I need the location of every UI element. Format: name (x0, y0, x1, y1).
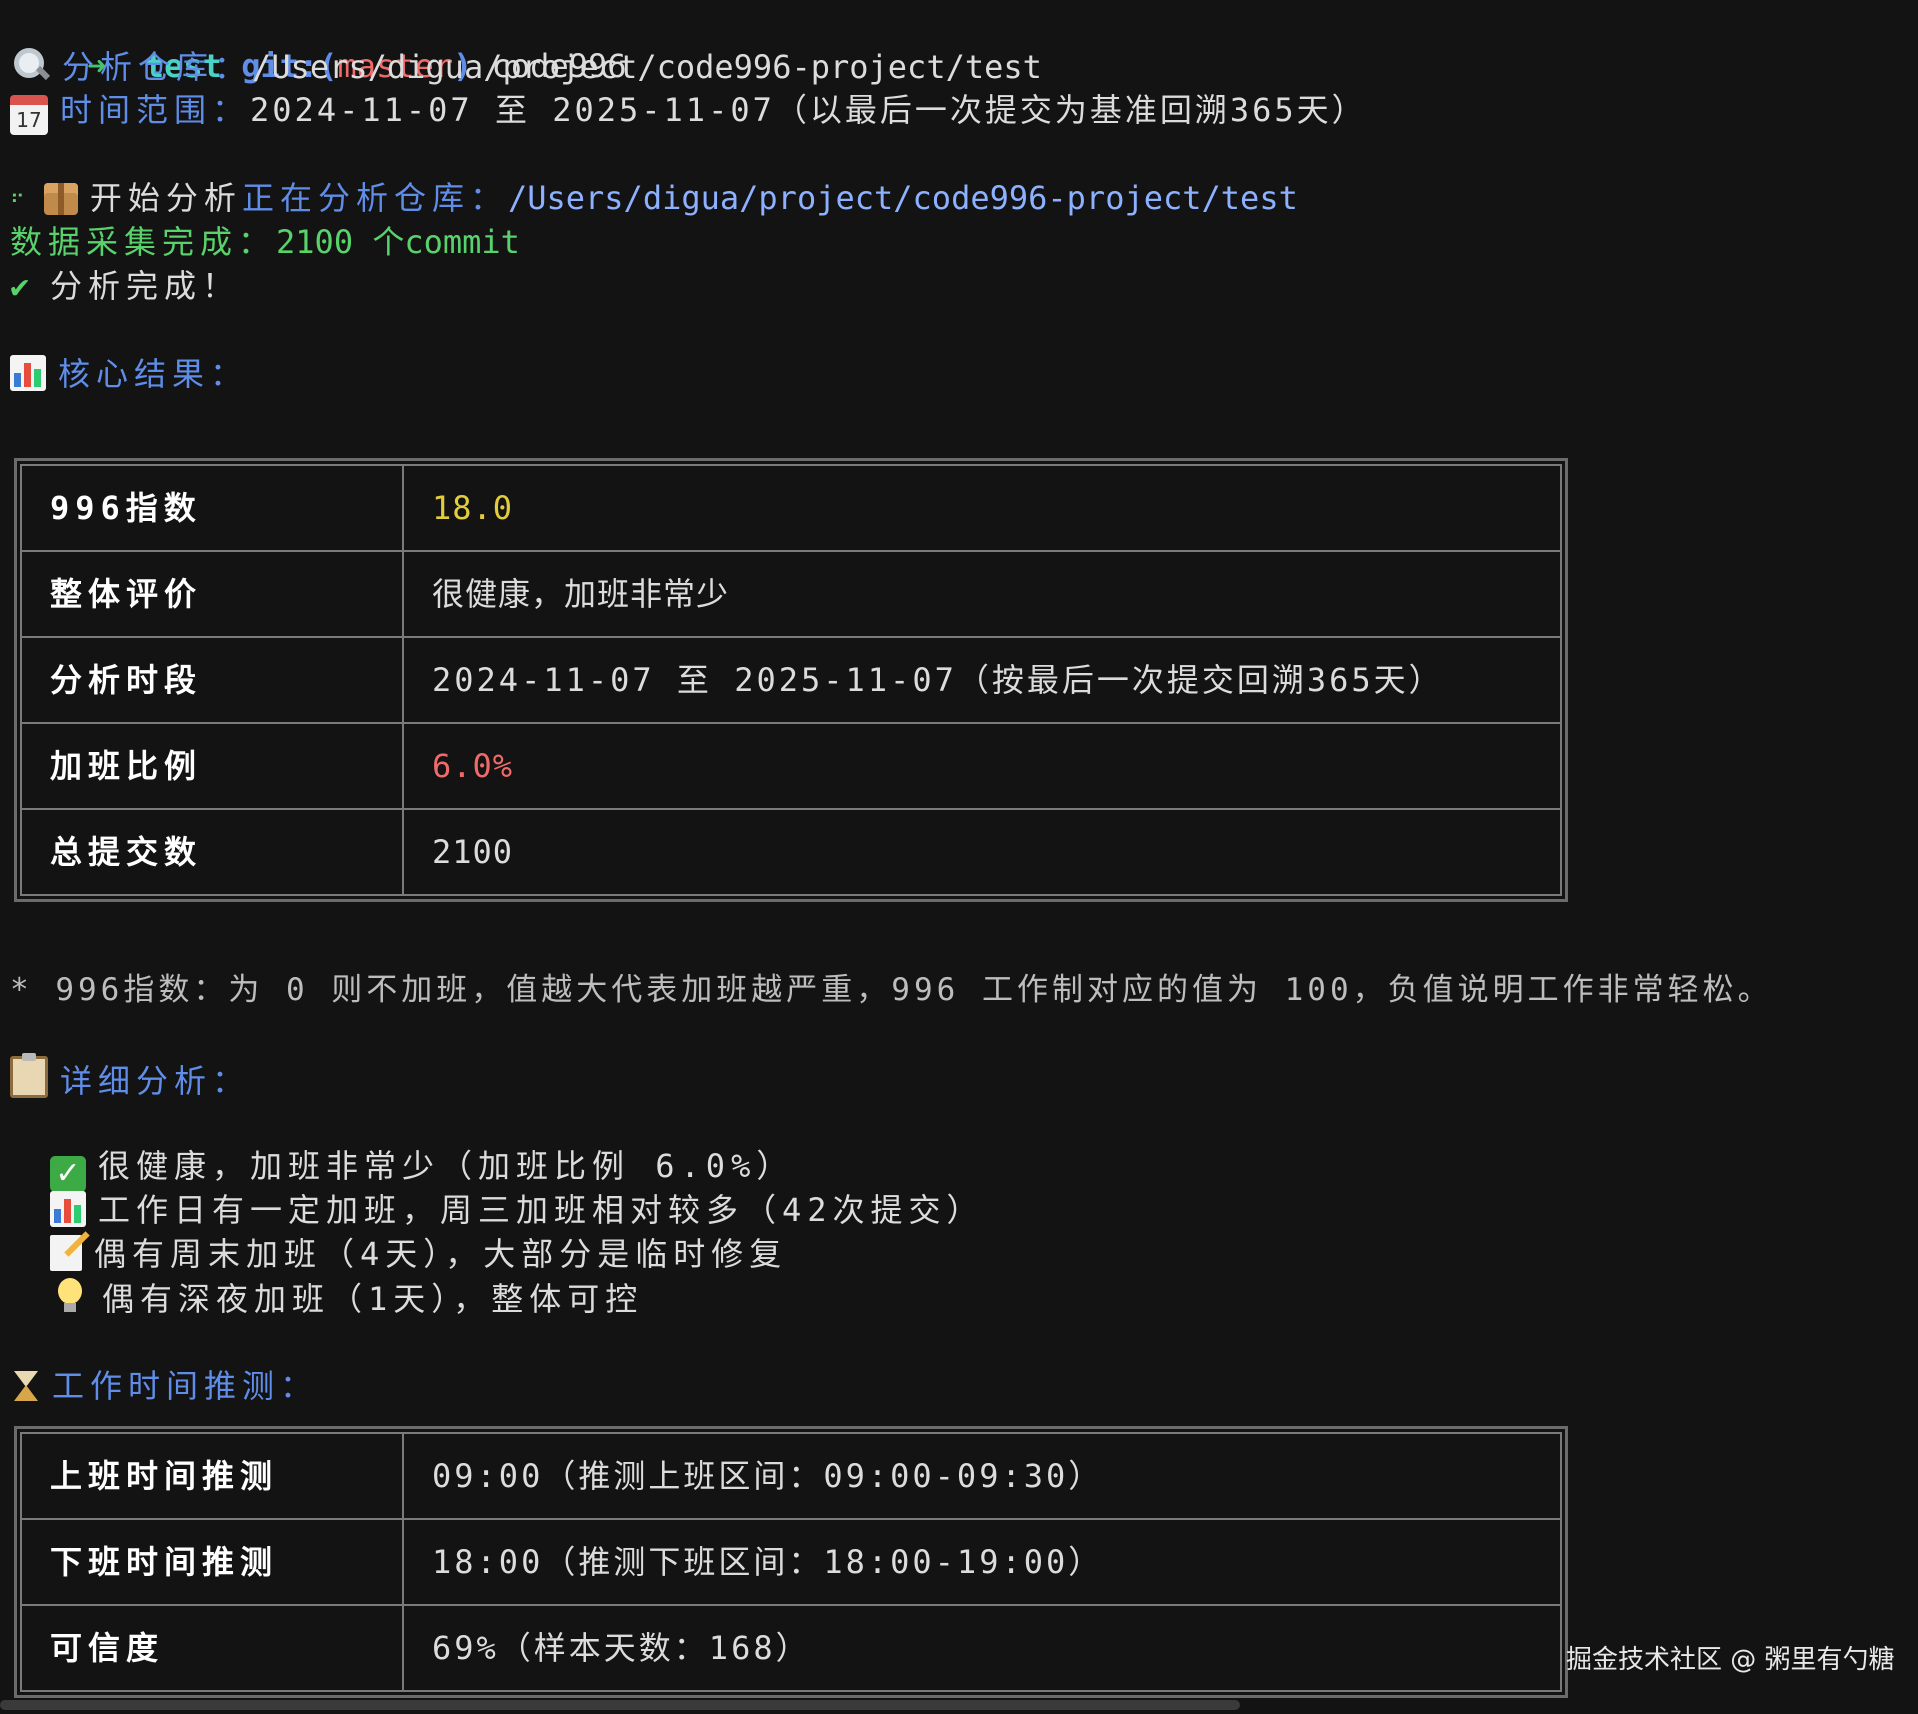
detail-title: 详细分析： (60, 1062, 251, 1100)
core-key-total-commits: 总提交数 (20, 808, 404, 896)
analyze-path: /Users/digua/project/code996-project/tes… (507, 179, 1298, 217)
table-row: 加班比例 6.0% (20, 722, 1562, 810)
check-icon: ✔ (10, 267, 30, 305)
collect-unit: 个commit (372, 223, 520, 261)
range-line: 17 时间范围：2024-11-07 至 2025-11-07（以最后一次提交为基… (10, 88, 1367, 135)
collect-line: 数据采集完成：2100 个commit (10, 220, 520, 264)
watermark: 掘金技术社区 @ 粥里有勺糖 (1566, 1645, 1895, 1675)
bar-chart-icon (10, 355, 46, 391)
core-key-overtime-ratio: 加班比例 (20, 722, 404, 810)
core-value-overtime-ratio: 6.0% (402, 722, 1562, 810)
list-item: 偶有周末加班（4天），大部分是临时修复 (50, 1232, 787, 1276)
core-title: 核心结果： (58, 355, 249, 393)
worktime-value-start: 09:00（推测上班区间：09:00-09:30） (402, 1432, 1562, 1520)
horizontal-scrollbar[interactable] (0, 1700, 1240, 1710)
core-key-period: 分析时段 (20, 636, 404, 724)
analyze-label: 正在分析仓库： (241, 179, 508, 217)
core-value-rating: 很健康，加班非常少 (402, 550, 1562, 638)
list-item: ✓ 很健康，加班非常少（加班比例 6.0%） (50, 1144, 795, 1192)
core-value-index: 18.0 (402, 464, 1562, 552)
list-item: 偶有深夜加班（1天），整体可控 (50, 1276, 643, 1320)
terminal-window: ➜ test git:(master) code996 分析仓库：/Users/… (0, 0, 1918, 1714)
table-row: 可信度 69%（样本天数：168） (20, 1604, 1562, 1692)
table-row: 整体评价 很健康，加班非常少 (20, 550, 1562, 638)
detail-item-text: 偶有深夜加班（1天），整体可控 (102, 1280, 644, 1318)
footnote: * 996指数：为 0 则不加班，值越大代表加班越严重，996 工作制对应的值为… (10, 972, 1773, 1008)
collect-text: 数据采集完成： (10, 223, 277, 261)
list-item: 工作日有一定加班，周三加班相对较多（42次提交） (50, 1188, 985, 1232)
repo-path: /Users/digua/project/code996-project/tes… (252, 48, 1042, 86)
detail-item-text: 偶有周末加班（4天），大部分是临时修复 (94, 1235, 788, 1273)
repo-label: 分析仓库： (62, 48, 253, 86)
detail-section-heading: 详细分析： (10, 1053, 251, 1100)
analyze-start: 开始分析 (89, 179, 242, 217)
table-row: 996指数 18.0 (20, 464, 1562, 552)
worktime-title: 工作时间推测： (52, 1367, 319, 1405)
table-row: 下班时间推测 18:00（推测下班区间：18:00-19:00） (20, 1518, 1562, 1606)
worktime-value-confidence: 69%（样本天数：168） (402, 1604, 1562, 1692)
worktime-key-end: 下班时间推测 (20, 1518, 404, 1606)
detail-item-text: 工作日有一定加班，周三加班相对较多（42次提交） (98, 1191, 985, 1229)
core-key-rating: 整体评价 (20, 550, 404, 638)
magnifier-icon (10, 44, 50, 84)
hourglass-icon (10, 1367, 40, 1403)
core-value-total-commits: 2100 (402, 808, 1562, 896)
collect-count: 2100 (276, 223, 354, 261)
worktime-value-end: 18:00（推测下班区间：18:00-19:00） (402, 1518, 1562, 1606)
light-bulb-icon (50, 1276, 90, 1316)
worktime-section-heading: 工作时间推测： (10, 1364, 318, 1408)
spinner-icon: ⠋ (10, 190, 25, 214)
table-row: 上班时间推测 09:00（推测上班区间：09:00-09:30） (20, 1432, 1562, 1520)
bar-chart-icon (50, 1191, 86, 1227)
table-row: 分析时段 2024-11-07 至 2025-11-07（按最后一次提交回溯36… (20, 636, 1562, 724)
worktime-key-start: 上班时间推测 (20, 1432, 404, 1520)
table-row: 总提交数 2100 (20, 808, 1562, 896)
core-value-period: 2024-11-07 至 2025-11-07（按最后一次提交回溯365天） (402, 636, 1562, 724)
core-key-index: 996指数 (20, 464, 404, 552)
range-label: 时间范围： (60, 91, 251, 129)
memo-icon (50, 1235, 82, 1271)
range-text: 2024-11-07 至 2025-11-07（以最后一次提交为基准回溯365天… (250, 91, 1367, 129)
worktime-key-confidence: 可信度 (20, 1604, 404, 1692)
core-section-heading: 核心结果： (10, 352, 248, 396)
check-mark-icon: ✓ (50, 1156, 86, 1192)
core-results-table: 996指数 18.0 整体评价 很健康，加班非常少 分析时段 2024-11-0… (14, 458, 1568, 902)
clipboard-icon (10, 1053, 48, 1098)
detail-item-text: 很健康，加班非常少（加班比例 6.0%） (98, 1147, 795, 1185)
calendar-icon: 17 (10, 95, 48, 135)
repo-line: 分析仓库：/Users/digua/project/code996-projec… (10, 44, 1042, 88)
worktime-table: 上班时间推测 09:00（推测上班区间：09:00-09:30） 下班时间推测 … (14, 1426, 1568, 1698)
package-icon (43, 183, 78, 215)
done-line: ✔ 分析完成！ (10, 264, 240, 308)
analyze-line: ⠋ 开始分析正在分析仓库：/Users/digua/project/code99… (10, 176, 1298, 220)
done-text: 分析完成！ (50, 267, 241, 305)
shell-prompt: ➜ test git:(master) code996 (10, 0, 626, 85)
